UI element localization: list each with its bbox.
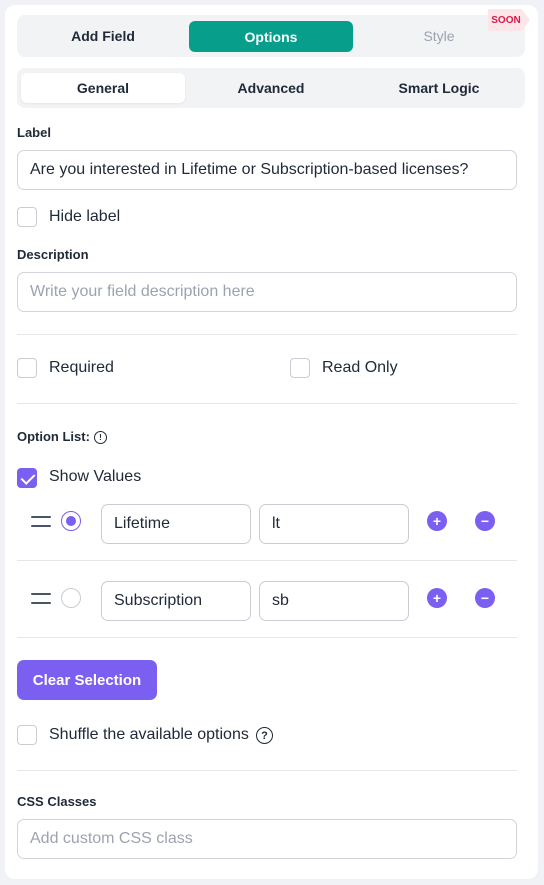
sub-tab-bar: General Advanced Smart Logic	[17, 68, 525, 108]
divider	[17, 334, 517, 335]
help-circle-icon[interactable]: ?	[256, 727, 273, 744]
top-tab-bar: Add Field Options Style	[17, 15, 525, 57]
divider	[17, 637, 517, 638]
option-label-input[interactable]	[101, 581, 251, 621]
option-value-input[interactable]	[259, 504, 409, 544]
clear-selection-button[interactable]: Clear Selection	[17, 660, 157, 700]
css-classes-input[interactable]	[17, 819, 517, 859]
label-heading: Label	[17, 125, 51, 140]
hide-label-text: Hide label	[49, 208, 121, 225]
option-default-radio[interactable]	[61, 588, 81, 608]
remove-option-button[interactable]: −	[475, 588, 495, 608]
required-text: Required	[49, 359, 114, 376]
read-only-checkbox[interactable]	[290, 358, 310, 378]
soon-badge: SOON	[488, 9, 530, 31]
css-classes-heading: CSS Classes	[17, 794, 97, 809]
remove-option-button[interactable]: −	[475, 511, 495, 531]
label-input[interactable]	[17, 150, 517, 190]
show-values-text: Show Values	[49, 468, 142, 485]
option-list-heading: Option List:	[17, 429, 90, 444]
tab-general[interactable]: General	[21, 73, 185, 103]
divider	[17, 560, 517, 561]
shuffle-checkbox[interactable]	[17, 725, 37, 745]
tab-smart-logic[interactable]: Smart Logic	[357, 68, 521, 108]
option-label-input[interactable]	[101, 504, 251, 544]
tab-add-field[interactable]: Add Field	[21, 15, 185, 57]
add-option-button[interactable]: +	[427, 511, 447, 531]
option-value-input[interactable]	[259, 581, 409, 621]
drag-handle-icon[interactable]	[31, 516, 51, 528]
description-heading: Description	[17, 247, 89, 262]
hide-label-checkbox[interactable]	[17, 207, 37, 227]
option-default-radio[interactable]	[61, 511, 81, 531]
drag-handle-icon[interactable]	[31, 593, 51, 605]
show-values-checkbox[interactable]	[17, 468, 37, 488]
read-only-text: Read Only	[322, 359, 398, 376]
add-option-button[interactable]: +	[427, 588, 447, 608]
divider	[17, 770, 517, 771]
shuffle-text: Shuffle the available options	[49, 726, 249, 743]
required-checkbox[interactable]	[17, 358, 37, 378]
tab-advanced[interactable]: Advanced	[189, 68, 353, 108]
tab-options[interactable]: Options	[189, 21, 353, 52]
help-circle-icon[interactable]: !	[94, 431, 107, 444]
description-input[interactable]	[17, 272, 517, 312]
divider	[17, 403, 517, 404]
